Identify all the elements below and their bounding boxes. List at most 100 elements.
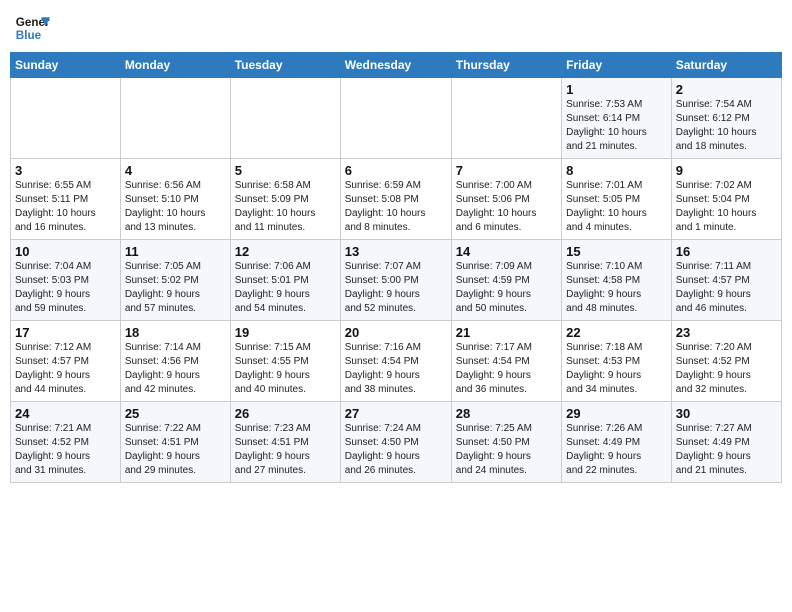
day-number: 12 (235, 244, 336, 259)
calendar-cell: 18Sunrise: 7:14 AM Sunset: 4:56 PM Dayli… (120, 321, 230, 402)
day-number: 15 (566, 244, 667, 259)
day-number: 4 (125, 163, 226, 178)
calendar-cell: 16Sunrise: 7:11 AM Sunset: 4:57 PM Dayli… (671, 240, 781, 321)
weekday-header-friday: Friday (562, 53, 672, 78)
calendar-cell: 1Sunrise: 7:53 AM Sunset: 6:14 PM Daylig… (562, 78, 672, 159)
calendar-cell: 12Sunrise: 7:06 AM Sunset: 5:01 PM Dayli… (230, 240, 340, 321)
day-number: 18 (125, 325, 226, 340)
day-number: 27 (345, 406, 447, 421)
calendar-week-4: 17Sunrise: 7:12 AM Sunset: 4:57 PM Dayli… (11, 321, 782, 402)
weekday-header-sunday: Sunday (11, 53, 121, 78)
day-number: 30 (676, 406, 777, 421)
day-info: Sunrise: 6:55 AM Sunset: 5:11 PM Dayligh… (15, 179, 116, 235)
day-info: Sunrise: 7:21 AM Sunset: 4:52 PM Dayligh… (15, 422, 116, 478)
day-info: Sunrise: 7:06 AM Sunset: 5:01 PM Dayligh… (235, 260, 336, 316)
day-number: 6 (345, 163, 447, 178)
day-number: 28 (456, 406, 557, 421)
day-info: Sunrise: 6:56 AM Sunset: 5:10 PM Dayligh… (125, 179, 226, 235)
calendar-cell: 21Sunrise: 7:17 AM Sunset: 4:54 PM Dayli… (451, 321, 561, 402)
day-info: Sunrise: 7:20 AM Sunset: 4:52 PM Dayligh… (676, 341, 777, 397)
day-number: 11 (125, 244, 226, 259)
day-info: Sunrise: 6:58 AM Sunset: 5:09 PM Dayligh… (235, 179, 336, 235)
calendar-cell (11, 78, 121, 159)
day-number: 8 (566, 163, 667, 178)
day-number: 2 (676, 82, 777, 97)
day-info: Sunrise: 7:22 AM Sunset: 4:51 PM Dayligh… (125, 422, 226, 478)
day-number: 5 (235, 163, 336, 178)
day-info: Sunrise: 7:12 AM Sunset: 4:57 PM Dayligh… (15, 341, 116, 397)
calendar-cell: 24Sunrise: 7:21 AM Sunset: 4:52 PM Dayli… (11, 402, 121, 483)
calendar-cell: 10Sunrise: 7:04 AM Sunset: 5:03 PM Dayli… (11, 240, 121, 321)
calendar-cell: 22Sunrise: 7:18 AM Sunset: 4:53 PM Dayli… (562, 321, 672, 402)
calendar-week-1: 1Sunrise: 7:53 AM Sunset: 6:14 PM Daylig… (11, 78, 782, 159)
day-info: Sunrise: 7:26 AM Sunset: 4:49 PM Dayligh… (566, 422, 667, 478)
day-info: Sunrise: 7:23 AM Sunset: 4:51 PM Dayligh… (235, 422, 336, 478)
day-number: 3 (15, 163, 116, 178)
day-number: 20 (345, 325, 447, 340)
weekday-header-thursday: Thursday (451, 53, 561, 78)
calendar-cell: 13Sunrise: 7:07 AM Sunset: 5:00 PM Dayli… (340, 240, 451, 321)
day-number: 16 (676, 244, 777, 259)
calendar-cell: 25Sunrise: 7:22 AM Sunset: 4:51 PM Dayli… (120, 402, 230, 483)
day-number: 25 (125, 406, 226, 421)
weekday-header-saturday: Saturday (671, 53, 781, 78)
calendar-cell: 5Sunrise: 6:58 AM Sunset: 5:09 PM Daylig… (230, 159, 340, 240)
day-info: Sunrise: 7:14 AM Sunset: 4:56 PM Dayligh… (125, 341, 226, 397)
calendar-cell: 27Sunrise: 7:24 AM Sunset: 4:50 PM Dayli… (340, 402, 451, 483)
calendar-cell: 15Sunrise: 7:10 AM Sunset: 4:58 PM Dayli… (562, 240, 672, 321)
day-info: Sunrise: 7:09 AM Sunset: 4:59 PM Dayligh… (456, 260, 557, 316)
day-info: Sunrise: 7:27 AM Sunset: 4:49 PM Dayligh… (676, 422, 777, 478)
calendar-cell (230, 78, 340, 159)
day-number: 21 (456, 325, 557, 340)
day-info: Sunrise: 7:17 AM Sunset: 4:54 PM Dayligh… (456, 341, 557, 397)
calendar-cell (120, 78, 230, 159)
day-info: Sunrise: 7:11 AM Sunset: 4:57 PM Dayligh… (676, 260, 777, 316)
calendar-week-5: 24Sunrise: 7:21 AM Sunset: 4:52 PM Dayli… (11, 402, 782, 483)
calendar-cell (340, 78, 451, 159)
day-number: 9 (676, 163, 777, 178)
weekday-header-monday: Monday (120, 53, 230, 78)
calendar-cell (451, 78, 561, 159)
calendar-cell: 3Sunrise: 6:55 AM Sunset: 5:11 PM Daylig… (11, 159, 121, 240)
calendar-cell: 4Sunrise: 6:56 AM Sunset: 5:10 PM Daylig… (120, 159, 230, 240)
day-info: Sunrise: 6:59 AM Sunset: 5:08 PM Dayligh… (345, 179, 447, 235)
weekday-header-wednesday: Wednesday (340, 53, 451, 78)
day-info: Sunrise: 7:25 AM Sunset: 4:50 PM Dayligh… (456, 422, 557, 478)
calendar-cell: 9Sunrise: 7:02 AM Sunset: 5:04 PM Daylig… (671, 159, 781, 240)
day-number: 13 (345, 244, 447, 259)
calendar-cell: 30Sunrise: 7:27 AM Sunset: 4:49 PM Dayli… (671, 402, 781, 483)
day-info: Sunrise: 7:54 AM Sunset: 6:12 PM Dayligh… (676, 98, 777, 154)
day-number: 1 (566, 82, 667, 97)
page-header: General Blue (10, 10, 782, 46)
day-info: Sunrise: 7:53 AM Sunset: 6:14 PM Dayligh… (566, 98, 667, 154)
calendar-cell: 20Sunrise: 7:16 AM Sunset: 4:54 PM Dayli… (340, 321, 451, 402)
day-number: 26 (235, 406, 336, 421)
logo-icon: General Blue (14, 10, 50, 46)
day-info: Sunrise: 7:07 AM Sunset: 5:00 PM Dayligh… (345, 260, 447, 316)
calendar-cell: 29Sunrise: 7:26 AM Sunset: 4:49 PM Dayli… (562, 402, 672, 483)
calendar-table: SundayMondayTuesdayWednesdayThursdayFrid… (10, 52, 782, 483)
day-number: 7 (456, 163, 557, 178)
calendar-cell: 7Sunrise: 7:00 AM Sunset: 5:06 PM Daylig… (451, 159, 561, 240)
calendar-week-2: 3Sunrise: 6:55 AM Sunset: 5:11 PM Daylig… (11, 159, 782, 240)
day-number: 10 (15, 244, 116, 259)
calendar-cell: 23Sunrise: 7:20 AM Sunset: 4:52 PM Dayli… (671, 321, 781, 402)
calendar-cell: 28Sunrise: 7:25 AM Sunset: 4:50 PM Dayli… (451, 402, 561, 483)
logo: General Blue (14, 10, 50, 46)
calendar-cell: 19Sunrise: 7:15 AM Sunset: 4:55 PM Dayli… (230, 321, 340, 402)
day-info: Sunrise: 7:05 AM Sunset: 5:02 PM Dayligh… (125, 260, 226, 316)
weekday-header-tuesday: Tuesday (230, 53, 340, 78)
day-info: Sunrise: 7:15 AM Sunset: 4:55 PM Dayligh… (235, 341, 336, 397)
day-number: 24 (15, 406, 116, 421)
calendar-cell: 6Sunrise: 6:59 AM Sunset: 5:08 PM Daylig… (340, 159, 451, 240)
day-info: Sunrise: 7:00 AM Sunset: 5:06 PM Dayligh… (456, 179, 557, 235)
day-number: 17 (15, 325, 116, 340)
svg-text:Blue: Blue (16, 29, 42, 42)
calendar-week-3: 10Sunrise: 7:04 AM Sunset: 5:03 PM Dayli… (11, 240, 782, 321)
day-number: 22 (566, 325, 667, 340)
day-number: 23 (676, 325, 777, 340)
calendar-cell: 2Sunrise: 7:54 AM Sunset: 6:12 PM Daylig… (671, 78, 781, 159)
calendar-cell: 8Sunrise: 7:01 AM Sunset: 5:05 PM Daylig… (562, 159, 672, 240)
calendar-cell: 11Sunrise: 7:05 AM Sunset: 5:02 PM Dayli… (120, 240, 230, 321)
day-number: 14 (456, 244, 557, 259)
